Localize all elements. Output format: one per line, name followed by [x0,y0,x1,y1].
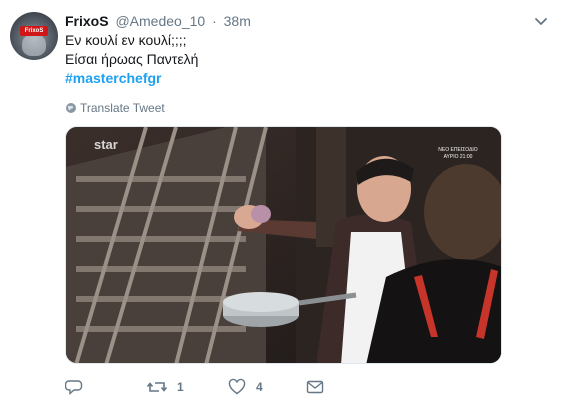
tweet: FrixoS FrixoS @Amedeo_10 · 38m Εν κουλί … [0,0,562,405]
staircase [66,127,268,363]
avatar-text: FrixoS [24,28,44,34]
avatar-face [22,34,46,56]
hashtag-link[interactable]: #masterchefgr [65,69,198,88]
tweet-header: FrixoS @Amedeo_10 · 38m [65,12,251,30]
envelope-icon [306,380,324,394]
avatar-band: FrixoS [20,26,48,36]
direct-message-button[interactable] [306,377,324,397]
tweet-media-image[interactable]: star ΝΕΟ ΕΠΕΙΣΟΔΙΟ ΑΥΡΙΟ 21:00 [65,126,502,364]
retweet-count: 1 [177,380,184,394]
reply-button[interactable] [65,377,93,397]
translate-tweet-link[interactable]: Translate Tweet [65,100,165,116]
separator-dot: · [212,13,217,29]
tweet-timestamp[interactable]: 38m [224,13,251,29]
globe-icon [66,103,76,113]
author-handle[interactable]: @Amedeo_10 [115,13,205,29]
overlay-line-1: ΝΕΟ ΕΠΕΙΣΟΔΙΟ [438,147,477,153]
chevron-down-icon [535,18,547,25]
reply-icon [65,380,83,396]
translate-label: Translate Tweet [80,101,165,115]
like-button[interactable]: 4 [228,377,263,397]
tweet-text: Εν κουλί εν κουλί;;;; Είσαι ήρωας Παντελ… [65,31,198,88]
tweet-text-line-1: Εν κουλί εν κουλί;;;; [65,32,187,48]
overlay-line-2: ΑΥΡΙΟ 21:00 [444,154,473,160]
tweet-text-line-2: Είσαι ήρωας Παντελή [65,51,199,67]
author-name[interactable]: FrixoS [65,13,109,29]
channel-watermark: star [94,137,118,152]
heart-icon [228,378,246,395]
tweet-actions: 1 4 [65,377,365,397]
retweet-icon [147,382,167,392]
retweet-button[interactable]: 1 [147,377,184,397]
video-frame: star ΝΕΟ ΕΠΕΙΣΟΔΙΟ ΑΥΡΙΟ 21:00 [66,127,501,363]
like-count: 4 [256,380,263,394]
avatar[interactable]: FrixoS [10,12,58,60]
more-options-button[interactable] [531,11,551,31]
